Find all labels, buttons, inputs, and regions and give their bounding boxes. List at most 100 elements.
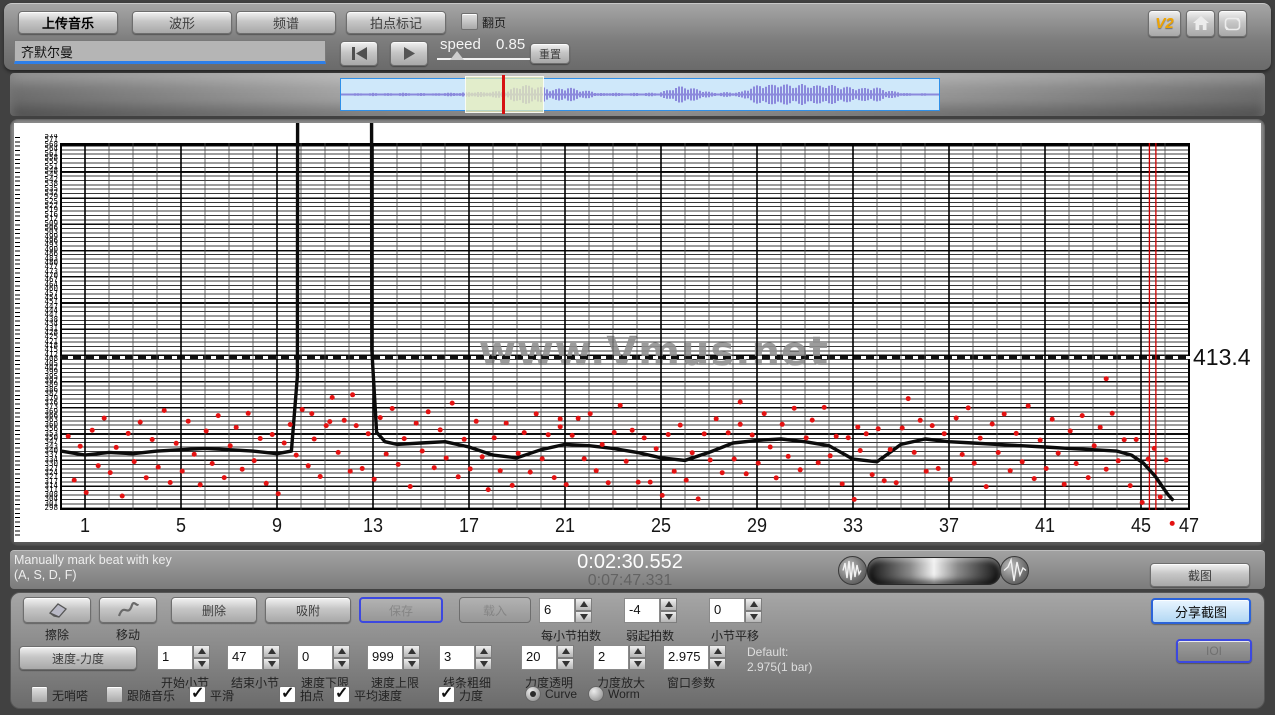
share-screenshot-button[interactable]: 分享截图 xyxy=(1151,598,1251,624)
bar-shift-stepper[interactable]: 0 xyxy=(709,598,762,623)
end-bar-up[interactable] xyxy=(263,645,280,658)
beats-per-bar-up[interactable] xyxy=(575,598,592,611)
dyn-alpha-down[interactable] xyxy=(557,658,574,671)
anacrusis-value[interactable]: -4 xyxy=(624,598,660,623)
anacrusis-stepper[interactable]: -4 xyxy=(624,598,677,623)
version-v2-button[interactable]: V2 xyxy=(1148,10,1181,37)
speed-max-down[interactable] xyxy=(403,658,420,671)
speed-value: 0.85 xyxy=(496,36,525,53)
vmus-app-window: 上传音乐 波形 频谱 拍点标记 翻页 speed 0.85 重置 V2 xyxy=(0,0,1275,715)
tempo-chart-area[interactable]: 5745715685645615585555515485455425385355… xyxy=(14,123,1261,542)
zoom-in-waveform-button[interactable] xyxy=(1000,556,1029,585)
waveform-overview-strip[interactable] xyxy=(10,73,1265,116)
x-axis-tick: 33 xyxy=(835,515,871,538)
dyn-scale-up[interactable] xyxy=(629,645,646,658)
anacrusis-up[interactable] xyxy=(660,598,677,611)
curve-radio[interactable] xyxy=(525,686,541,702)
load-button[interactable]: 载入 xyxy=(459,597,531,623)
anacrusis-down[interactable] xyxy=(660,611,677,624)
line-width-up[interactable] xyxy=(475,645,492,658)
end-bar-value[interactable]: 47 xyxy=(227,645,263,670)
follow-music-checkbox[interactable] xyxy=(106,686,123,703)
fullscreen-button[interactable] xyxy=(1218,10,1247,37)
speed-min-down[interactable] xyxy=(333,658,350,671)
ioi-button[interactable]: IOI xyxy=(1176,639,1252,663)
waveform-graphic xyxy=(341,79,939,110)
window-param-up[interactable] xyxy=(709,645,726,658)
x-axis-tick: 29 xyxy=(739,515,775,538)
speed-max-up[interactable] xyxy=(403,645,420,658)
zoom-out-waveform-button[interactable] xyxy=(838,556,867,585)
speed-min-up[interactable] xyxy=(333,645,350,658)
skip-to-start-button[interactable] xyxy=(340,41,378,66)
line-width-value[interactable]: 3 xyxy=(439,645,475,670)
screenshot-button[interactable]: 截图 xyxy=(1150,563,1250,587)
upload-music-button[interactable]: 上传音乐 xyxy=(18,11,118,34)
dyn-alpha-up[interactable] xyxy=(557,645,574,658)
bar-shift-up[interactable] xyxy=(745,598,762,611)
spectrum-tab-button[interactable]: 频谱 xyxy=(236,11,336,34)
beats-per-bar-down[interactable] xyxy=(575,611,592,624)
move-tool-label: 移动 xyxy=(99,626,157,643)
beats-per-bar-value[interactable]: 6 xyxy=(539,598,575,623)
compressed-waveform-icon xyxy=(839,557,866,584)
x-axis-tick: 37 xyxy=(931,515,967,538)
end-bar-stepper[interactable]: 47 xyxy=(227,645,280,670)
window-param-stepper[interactable]: 2.975 xyxy=(663,645,726,670)
avg-speed-checkbox[interactable] xyxy=(333,686,350,703)
avg-speed-label: 平均速度 xyxy=(354,687,402,704)
dyn-scale-value[interactable]: 2 xyxy=(593,645,629,670)
beat-mark-tab-button[interactable]: 拍点标记 xyxy=(346,11,446,34)
average-value-label: 413.4 xyxy=(1193,344,1251,371)
dynamics-checkbox[interactable] xyxy=(438,686,455,703)
start-bar-down[interactable] xyxy=(193,658,210,671)
play-button[interactable] xyxy=(390,41,428,66)
waveform-overview-box[interactable] xyxy=(340,78,940,111)
track-name-input[interactable] xyxy=(14,40,326,64)
smooth-label: 平滑 xyxy=(210,687,234,704)
delete-button[interactable]: 删除 xyxy=(171,597,257,623)
save-button[interactable]: 保存 xyxy=(359,597,443,623)
x-axis-tick: 17 xyxy=(451,515,487,538)
beats-checkbox[interactable] xyxy=(279,686,296,703)
home-button[interactable] xyxy=(1186,10,1215,37)
dyn-scale-stepper[interactable]: 2 xyxy=(593,645,646,670)
speed-min-stepper[interactable]: 0 xyxy=(297,645,350,670)
bar-shift-down[interactable] xyxy=(745,611,762,624)
start-bar-up[interactable] xyxy=(193,645,210,658)
dyn-alpha-value[interactable]: 20 xyxy=(521,645,557,670)
end-bar-down[interactable] xyxy=(263,658,280,671)
line-width-down[interactable] xyxy=(475,658,492,671)
move-tool-button[interactable] xyxy=(99,597,157,623)
page-turn-label: 翻页 xyxy=(482,14,506,31)
beats-per-bar-stepper[interactable]: 6 xyxy=(539,598,592,623)
waveform-tab-button[interactable]: 波形 xyxy=(132,11,232,34)
speed-reset-button[interactable]: 重置 xyxy=(530,43,570,64)
no-click-checkbox[interactable] xyxy=(31,686,48,703)
window-param-down[interactable] xyxy=(709,658,726,671)
waveform-zoom-slider[interactable] xyxy=(867,557,1001,585)
stretched-waveform-icon xyxy=(1001,557,1028,584)
speed-max-value[interactable]: 999 xyxy=(367,645,403,670)
window-param-value[interactable]: 2.975 xyxy=(663,645,709,670)
bar-shift-value[interactable]: 0 xyxy=(709,598,745,623)
anacrusis-label: 弱起拍数 xyxy=(626,627,674,644)
dyn-scale-down[interactable] xyxy=(629,658,646,671)
erase-tool-button[interactable] xyxy=(23,597,91,623)
start-bar-value[interactable]: 1 xyxy=(157,645,193,670)
waveform-playhead-cursor[interactable] xyxy=(502,75,505,114)
line-width-stepper[interactable]: 3 xyxy=(439,645,492,670)
bar-shift-label: 小节平移 xyxy=(711,627,759,644)
smooth-checkbox[interactable] xyxy=(189,686,206,703)
speed-slider-thumb[interactable] xyxy=(450,51,464,60)
start-bar-stepper[interactable]: 1 xyxy=(157,645,210,670)
speed-dynamics-button[interactable]: 速度-力度 xyxy=(19,646,137,670)
plot-grid[interactable] xyxy=(60,143,1190,510)
page-turn-checkbox[interactable] xyxy=(461,13,478,30)
speed-max-stepper[interactable]: 999 xyxy=(367,645,420,670)
snap-button[interactable]: 吸附 xyxy=(265,597,351,623)
play-icon xyxy=(402,47,416,60)
worm-radio[interactable] xyxy=(588,686,604,702)
dyn-alpha-stepper[interactable]: 20 xyxy=(521,645,574,670)
speed-min-value[interactable]: 0 xyxy=(297,645,333,670)
